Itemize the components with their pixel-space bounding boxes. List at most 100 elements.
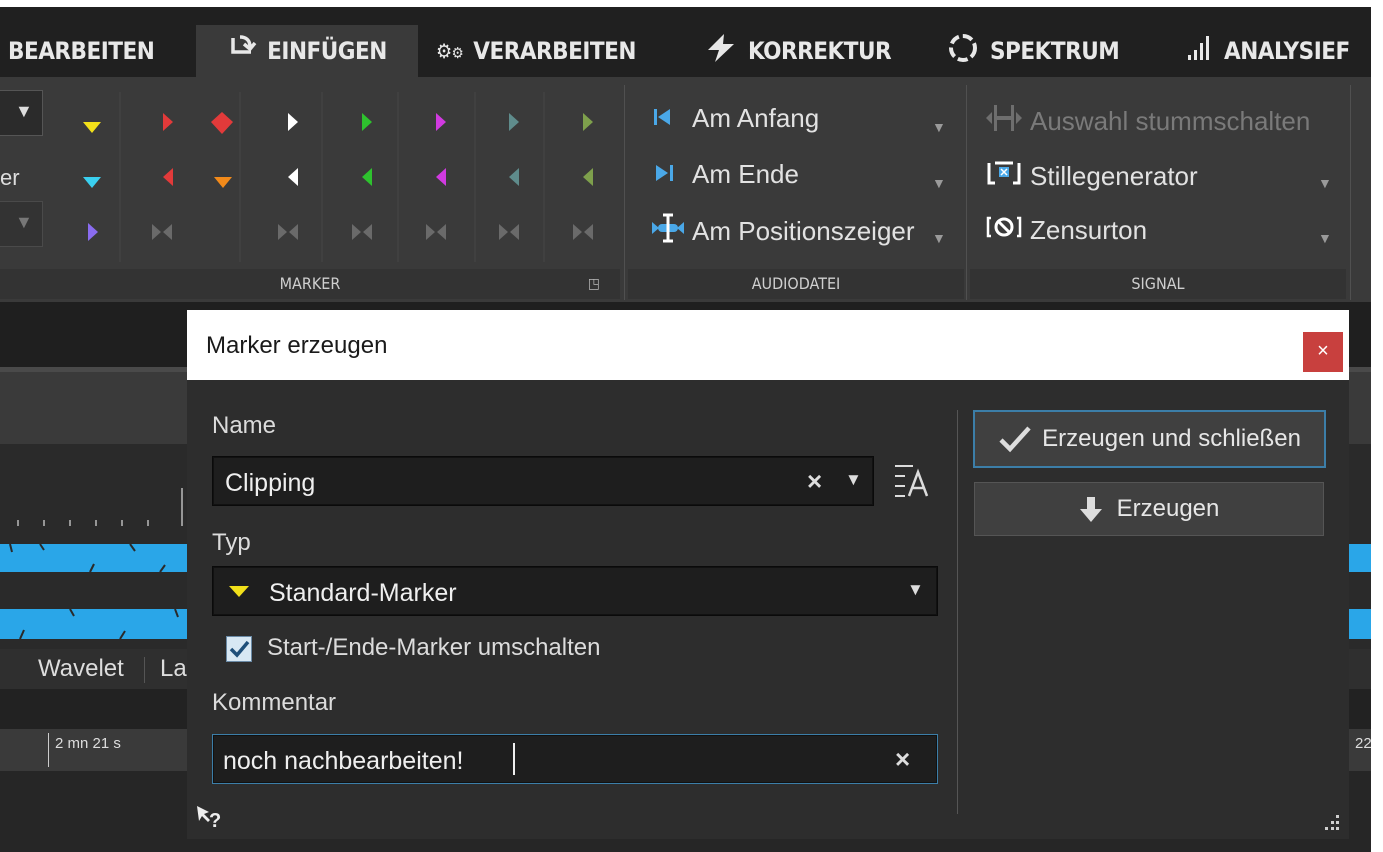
tab-einfuegen[interactable]: EINFÜGEN xyxy=(196,25,418,77)
insert-at-end-button[interactable]: Am Ende xyxy=(652,159,799,190)
dialog-launcher-icon[interactable]: ◳ xyxy=(588,269,600,299)
dialog-title: Marker erzeugen xyxy=(206,332,388,359)
name-combobox[interactable]: Clipping × ▼ xyxy=(212,456,874,506)
view-tab-wavelet[interactable]: Wavelet xyxy=(38,655,124,683)
chevron-down-icon: ▼ xyxy=(15,101,33,121)
insert-at-end-label: Am Ende xyxy=(692,159,799,189)
comment-input[interactable]: noch nachbearbeiten! × xyxy=(212,734,938,784)
marker-red-start-icon[interactable] xyxy=(163,113,173,131)
marker-teal-end-icon[interactable] xyxy=(509,168,519,186)
chevron-down-icon[interactable]: ▼ xyxy=(932,119,946,135)
group-separator xyxy=(966,85,967,300)
mute-selection-button[interactable]: Auswahl stummschalten xyxy=(986,103,1310,140)
insert-at-cursor-button[interactable]: Am Positionszeiger xyxy=(650,213,915,250)
lightning-icon xyxy=(704,33,738,69)
waveform-channel-right-right-edge[interactable] xyxy=(1349,609,1371,639)
marker-secondary-dropdown[interactable]: ▼ xyxy=(0,201,43,247)
waveform-channel-left-right-edge[interactable] xyxy=(1349,544,1371,572)
tab-spektrum[interactable]: SPEKTRUM xyxy=(946,25,1146,77)
arrow-down-icon xyxy=(1079,497,1102,522)
type-dropdown[interactable]: Standard-Marker ▼ xyxy=(212,566,938,616)
silence-generator-label: Stillegenerator xyxy=(1030,161,1198,191)
tab-label: BEARBEITEN xyxy=(8,37,155,65)
censor-tone-button[interactable]: Zensurton xyxy=(986,213,1147,248)
type-label: Typ xyxy=(212,529,251,556)
signal-group-label: SIGNAL xyxy=(970,269,1346,299)
waveform-channel-left[interactable] xyxy=(0,544,187,572)
tab-analysieren[interactable]: ANALYSIEF xyxy=(1186,25,1371,77)
gears-icon: ⚙⚙ xyxy=(436,39,464,63)
start-end-toggle-label[interactable]: Start-/Ende-Marker umschalten xyxy=(267,634,600,662)
tab-korrektur[interactable]: KORREKTUR xyxy=(704,25,919,77)
marker-purple-icon[interactable] xyxy=(88,223,98,241)
marker-region-magenta-icon[interactable] xyxy=(426,224,435,240)
start-end-toggle-checkbox[interactable] xyxy=(226,636,252,662)
tab-label: VERARBEITEN xyxy=(473,37,636,65)
tab-label: KORREKTUR xyxy=(748,37,892,65)
ribbon-tab-bar: BEARBEITEN EINFÜGEN ⚙⚙ VERARBEITEN KORRE… xyxy=(0,7,1371,77)
chevron-down-icon: ▼ xyxy=(907,580,924,599)
silence-generator-button[interactable]: Stillegenerator xyxy=(986,159,1198,194)
close-icon: × xyxy=(1317,340,1329,362)
mute-selection-icon xyxy=(986,103,1030,140)
marker-olive-start-icon[interactable] xyxy=(583,113,593,131)
marker-magenta-end-icon[interactable] xyxy=(436,168,446,186)
silence-generator-icon xyxy=(986,159,1030,194)
insert-at-start-button[interactable]: Am Anfang xyxy=(652,103,819,134)
group-separator xyxy=(1350,85,1351,300)
spectrum-icon xyxy=(946,32,980,70)
text-format-icon[interactable] xyxy=(893,460,933,500)
view-tab-partial[interactable]: La xyxy=(160,655,187,683)
dialog-titlebar[interactable]: Marker erzeugen × xyxy=(187,310,1349,380)
marker-side-label: er xyxy=(0,165,20,190)
clear-comment-icon[interactable]: × xyxy=(895,744,910,775)
marker-group-label: MARKER ◳ xyxy=(0,269,620,299)
checkmark-icon xyxy=(999,426,1031,453)
resize-grip-icon[interactable] xyxy=(1321,812,1341,832)
ribbon-panel: ▼ er ▼ MARKER ◳ Am Anfang ▼ Am Ende ▼ Am… xyxy=(0,77,1371,302)
create-and-close-button[interactable]: Erzeugen und schließen xyxy=(973,410,1326,468)
chevron-down-icon[interactable]: ▼ xyxy=(1318,230,1332,246)
comment-label: Kommentar xyxy=(212,689,337,716)
marker-cyan-icon[interactable] xyxy=(83,177,101,188)
tab-verarbeiten[interactable]: ⚙⚙ VERARBEITEN xyxy=(436,25,676,77)
marker-region-green-icon[interactable] xyxy=(352,224,361,240)
marker-region-white-icon[interactable] xyxy=(278,224,287,240)
marker-type-dropdown[interactable]: ▼ xyxy=(0,90,43,136)
ruler-start-marker xyxy=(48,733,49,767)
marker-teal-start-icon[interactable] xyxy=(509,113,519,131)
marker-magenta-start-icon[interactable] xyxy=(436,113,446,131)
marker-region-gray-icon[interactable] xyxy=(152,224,161,240)
marker-white-start-icon[interactable] xyxy=(288,113,298,131)
chevron-down-icon[interactable]: ▼ xyxy=(1318,175,1332,191)
help-cursor-icon[interactable]: ? xyxy=(195,804,227,836)
create-marker-dialog: Marker erzeugen × Name Clipping × ▼ Typ … xyxy=(187,310,1349,839)
marker-red-end-icon[interactable] xyxy=(163,168,173,186)
name-label: Name xyxy=(212,412,277,439)
chevron-down-icon[interactable]: ▼ xyxy=(932,175,946,191)
marker-region-olive-icon[interactable] xyxy=(573,224,582,240)
marker-red-diamond-icon[interactable] xyxy=(211,112,233,134)
create-button[interactable]: Erzeugen xyxy=(974,482,1324,536)
marker-region-teal-icon[interactable] xyxy=(499,224,508,240)
marker-orange-icon[interactable] xyxy=(214,177,232,188)
tab-bearbeiten[interactable]: BEARBEITEN xyxy=(8,25,183,77)
chevron-down-icon[interactable]: ▼ xyxy=(932,230,946,246)
clear-name-icon[interactable]: × xyxy=(807,466,822,497)
dialog-vertical-divider xyxy=(957,410,958,814)
marker-yellow-icon[interactable] xyxy=(83,122,101,133)
marker-olive-end-icon[interactable] xyxy=(583,168,593,186)
insert-icon xyxy=(227,34,257,68)
marker-buttons-grid xyxy=(83,92,593,262)
marker-green-end-icon[interactable] xyxy=(362,168,372,186)
tab-label: SPEKTRUM xyxy=(990,37,1120,65)
chevron-down-icon[interactable]: ▼ xyxy=(845,470,862,490)
close-button[interactable]: × xyxy=(1303,332,1343,372)
app-window: BEARBEITEN EINFÜGEN ⚙⚙ VERARBEITEN KORRE… xyxy=(0,7,1371,852)
analysis-bars-icon xyxy=(1186,35,1214,67)
marker-white-end-icon[interactable] xyxy=(288,168,298,186)
tab-label: ANALYSIEF xyxy=(1224,37,1350,65)
marker-green-start-icon[interactable] xyxy=(362,113,372,131)
audiodatei-group-label: AUDIODATEI xyxy=(628,269,964,299)
waveform-channel-right[interactable] xyxy=(0,609,187,639)
